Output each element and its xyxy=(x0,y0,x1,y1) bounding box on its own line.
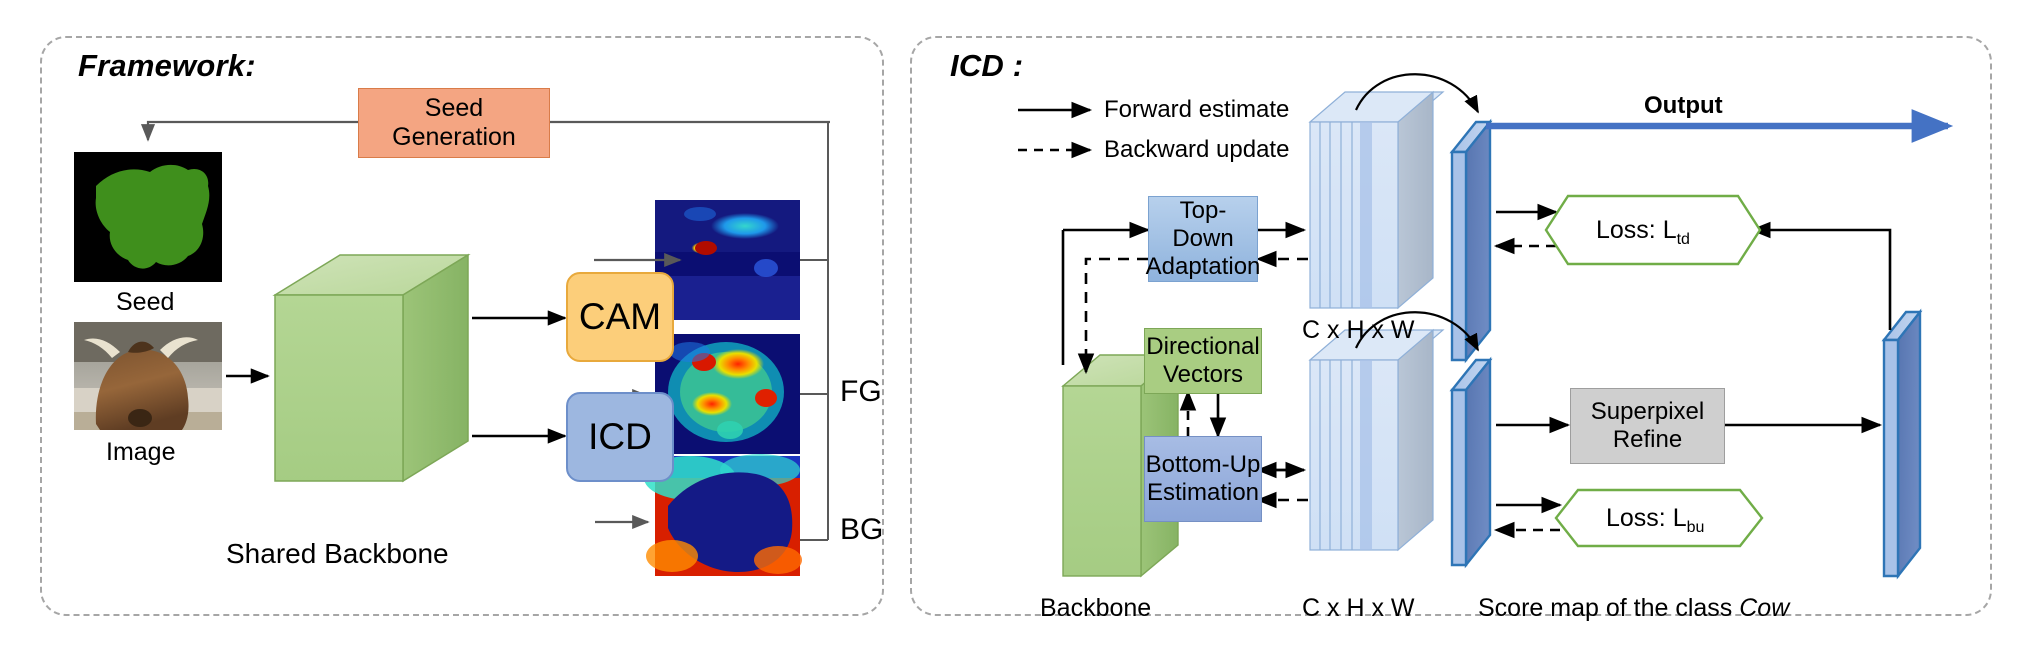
image-caption: Image xyxy=(106,438,176,466)
top-down-adaptation-box[interactable]: Top-Down Adaptation xyxy=(1145,196,1261,282)
score-map-caption-prefix: Score map of the class xyxy=(1478,594,1740,622)
cam-box[interactable]: CAM xyxy=(566,272,674,362)
figure-root: Framework: ICD : Seed Generation CAM ICD… xyxy=(0,0,2031,647)
directional-line1: Directional xyxy=(1146,332,1260,360)
output-label: Output xyxy=(1644,92,1723,119)
top-feature-stack xyxy=(1308,90,1445,310)
bottom-feature-stack xyxy=(1308,328,1445,552)
seed-caption: Seed xyxy=(116,288,175,316)
loss-bu-prefix: Loss: L xyxy=(1606,504,1687,532)
superpixel-refine-box[interactable]: Superpixel Refine xyxy=(1570,388,1725,464)
loss-td-subscript: td xyxy=(1676,231,1690,248)
final-output-slab xyxy=(1881,308,1923,580)
bg-label: BG xyxy=(840,513,884,546)
score-map-caption-class: Cow xyxy=(1739,594,1790,622)
icd-box[interactable]: ICD xyxy=(566,392,674,482)
legend-forward-label: Forward estimate xyxy=(1104,96,1290,123)
top-down-line2: Adaptation xyxy=(1145,253,1261,281)
input-image-thumbnail xyxy=(74,322,222,430)
shared-backbone-caption: Shared Backbone xyxy=(226,538,449,569)
bottom-up-line1: Bottom-Up xyxy=(1145,450,1261,478)
seed-generation-box[interactable]: Seed Generation xyxy=(358,88,550,158)
feature-caption-bottom: C x H x W xyxy=(1302,594,1415,622)
icd-label: ICD xyxy=(588,416,652,458)
bottom-score-map-slab xyxy=(1449,356,1493,569)
icd-fg-heatmap-thumbnail xyxy=(655,334,800,454)
seed-generation-line1: Seed xyxy=(424,93,484,122)
superpixel-line1: Superpixel xyxy=(1590,397,1705,425)
legend-backward-label: Backward update xyxy=(1104,136,1290,163)
superpixel-line2: Refine xyxy=(1612,426,1683,453)
cam-label: CAM xyxy=(578,296,662,338)
directional-vectors-box[interactable]: Directional Vectors xyxy=(1144,328,1262,394)
loss-bu-label: Loss: Lbu xyxy=(1606,504,1704,537)
loss-bu-subscript: bu xyxy=(1686,519,1705,536)
feature-caption-top: C x H x W xyxy=(1302,316,1415,344)
bottom-up-line2: Estimation xyxy=(1146,479,1260,506)
loss-td-prefix: Loss: L xyxy=(1596,216,1677,244)
icd-backbone-caption: Backbone xyxy=(1040,594,1152,622)
loss-td-label: Loss: Ltd xyxy=(1596,216,1690,249)
directional-line2: Vectors xyxy=(1162,361,1244,388)
seed-generation-line2: Generation xyxy=(392,123,516,151)
top-score-map-slab xyxy=(1449,118,1493,364)
seed-mask-thumbnail xyxy=(74,152,222,282)
score-map-caption: Score map of the class Cow xyxy=(1478,594,1789,623)
shared-backbone-cuboid xyxy=(272,253,471,483)
bottom-up-estimation-box[interactable]: Bottom-Up Estimation xyxy=(1144,436,1262,522)
fg-label: FG xyxy=(840,375,882,408)
top-down-line1: Top-Down xyxy=(1172,196,1234,252)
